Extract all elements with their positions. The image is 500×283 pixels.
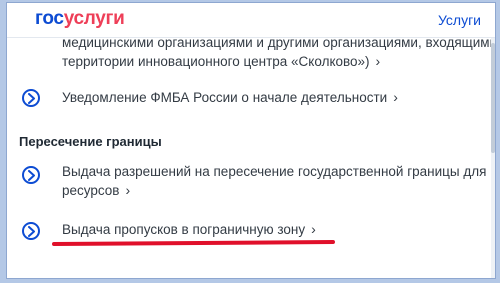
chevron-circle-right-icon[interactable] [22, 222, 40, 240]
chevron-circle-right-icon[interactable] [22, 166, 40, 184]
chevron-right-icon: › [375, 53, 381, 69]
chevron-right-icon: › [125, 182, 131, 198]
service-item-fmba[interactable]: Уведомление ФМБА России о начале деятель… [62, 89, 398, 105]
gosuslugi-logo[interactable]: госуслуги [35, 9, 125, 29]
service-item-0-line2: территории инновационного центра «Сколко… [62, 54, 370, 69]
site-header: госуслуги Услуги [7, 3, 495, 38]
section-title-border-crossing: Пересечение границы [19, 134, 162, 149]
service-item-border-pass[interactable]: Выдача пропусков в пограничную зону › [62, 221, 316, 237]
services-link[interactable]: Услуги [438, 12, 481, 28]
chevron-right-icon: › [393, 89, 398, 105]
chevron-right-icon: › [311, 221, 316, 237]
service-item-1-label: Уведомление ФМБА России о начале деятель… [62, 90, 388, 105]
scrollbar-thumb[interactable] [491, 43, 495, 153]
logo-part-gos: гос [35, 8, 64, 29]
chevron-circle-right-icon[interactable] [22, 89, 40, 107]
logo-part-uslugi: услуги [63, 8, 125, 29]
red-annotation-underline [51, 240, 336, 246]
browser-page: госуслуги Услуги медицинскими организаци… [6, 2, 496, 279]
service-item-3-label: Выдача пропусков в пограничную зону [62, 222, 306, 237]
service-item-2-line2-wrap[interactable]: ресурсов › [62, 182, 130, 198]
service-item-2-line1[interactable]: Выдача разрешений на пересечение государ… [62, 164, 495, 179]
service-item-2-line2: ресурсов [62, 183, 120, 198]
service-item-0-line2-wrap[interactable]: территории инновационного центра «Сколко… [62, 53, 380, 69]
